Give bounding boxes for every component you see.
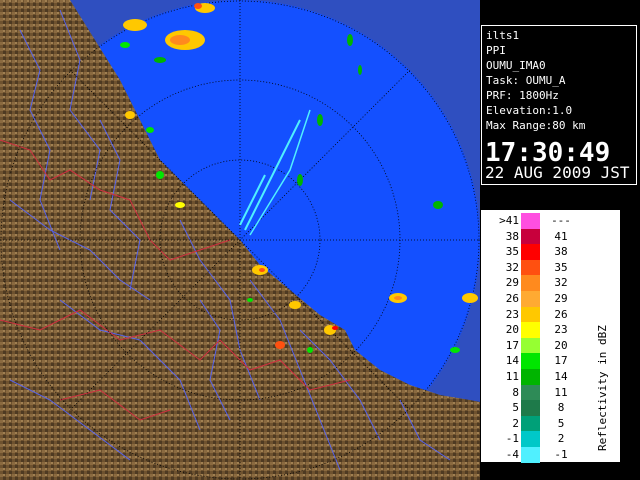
legend-color-swatch xyxy=(521,353,540,370)
legend-low-value: -1 xyxy=(505,432,519,446)
legend-high-value: -1 xyxy=(554,448,568,461)
legend-color-swatch xyxy=(521,259,540,276)
legend-row: 35 38 xyxy=(482,244,621,261)
info-panel: ilts1 PPI OUMU_IMA0 Task: OUMU_A PRF: 18… xyxy=(481,25,637,185)
scan-date: 22 AUG 2009 JST xyxy=(485,163,630,182)
legend-low-value: 23 xyxy=(505,307,519,321)
legend-low-value: 14 xyxy=(505,354,519,368)
legend-color-swatch xyxy=(521,431,540,448)
legend-low-value: 17 xyxy=(505,338,519,352)
legend-low-value: 35 xyxy=(505,245,519,259)
legend-low-value: 20 xyxy=(505,323,519,337)
legend-high-value: --- xyxy=(551,214,571,227)
legend-high-value: 38 xyxy=(554,245,568,259)
legend-color-swatch xyxy=(521,291,540,307)
legend-high-value: 2 xyxy=(557,432,565,446)
reflectivity-legend: >41 --- 38 41 35 38 32 35 29 32 26 29 23 26 20 23 17 20 14… xyxy=(481,210,621,463)
legend-color-swatch xyxy=(521,244,540,261)
legend-high-value: 26 xyxy=(554,307,568,321)
max-range: Max Range:80 km xyxy=(486,119,586,132)
legend-color-swatch xyxy=(521,306,540,323)
legend-high-value: 14 xyxy=(554,370,568,383)
legend-high-value: 32 xyxy=(554,276,568,290)
prf: PRF: 1800Hz xyxy=(486,89,559,102)
legend-high-value: 23 xyxy=(554,323,568,337)
legend-color-swatch xyxy=(521,228,540,245)
legend-low-value: 38 xyxy=(505,229,519,243)
legend-row: 38 41 xyxy=(482,228,621,245)
legend-color-swatch xyxy=(521,337,540,354)
legend-low-value: 26 xyxy=(505,292,519,305)
legend-low-value: -4 xyxy=(505,448,519,461)
radar-id: ilts1 xyxy=(486,29,520,42)
legend-high-value: 5 xyxy=(557,416,565,430)
legend-color-swatch xyxy=(521,447,540,463)
legend-low-value: 8 xyxy=(512,385,519,399)
site-name: OUMU_IMA0 xyxy=(486,59,546,72)
legend-high-value: 41 xyxy=(554,229,568,243)
task-name: Task: OUMU_A xyxy=(486,74,566,87)
legend-low-value: 11 xyxy=(505,370,519,383)
legend-low-value: 29 xyxy=(505,276,519,290)
legend-low-value: 2 xyxy=(512,416,519,430)
legend-high-value: 11 xyxy=(554,385,568,399)
legend-color-swatch xyxy=(521,400,540,417)
legend-color-swatch xyxy=(521,415,540,432)
legend-color-swatch xyxy=(521,213,540,229)
legend-high-value: 17 xyxy=(554,354,568,368)
elevation: Elevation:1.0 xyxy=(486,104,573,117)
legend-color-swatch xyxy=(521,275,540,292)
legend-title-text: Reflectivity in dBZ xyxy=(596,325,609,451)
legend-color-swatch xyxy=(521,369,540,385)
legend-high-value: 35 xyxy=(554,260,568,274)
legend-low-value: 32 xyxy=(505,260,519,274)
legend-color-swatch xyxy=(521,384,540,401)
legend-low-value: >41 xyxy=(499,214,519,227)
radar-map xyxy=(0,0,480,480)
legend-title: Reflectivity in dBZ xyxy=(596,325,609,451)
legend-high-value: 8 xyxy=(557,401,565,415)
legend-high-value: 20 xyxy=(554,338,568,352)
legend-color-swatch xyxy=(521,322,540,339)
scan-mode: PPI xyxy=(486,44,506,57)
legend-row: >41 --- xyxy=(482,213,621,229)
legend-low-value: 5 xyxy=(512,401,519,415)
legend-high-value: 29 xyxy=(554,292,568,305)
